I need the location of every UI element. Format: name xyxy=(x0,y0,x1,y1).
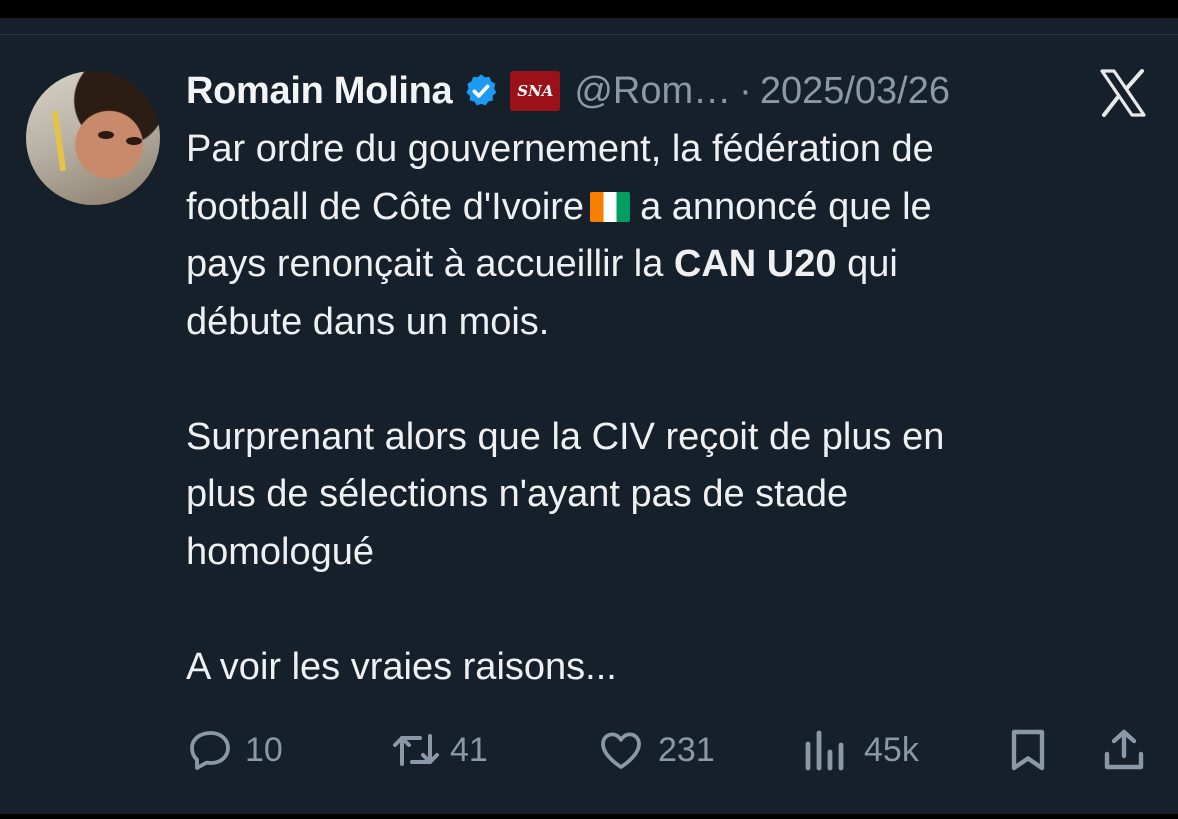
like-button[interactable]: 231 xyxy=(596,722,715,778)
ivory-coast-flag-icon xyxy=(590,191,631,222)
share-icon xyxy=(1100,726,1148,774)
avatar[interactable] xyxy=(26,71,160,205)
views-chart-icon xyxy=(802,726,846,774)
views-button[interactable]: 45k xyxy=(802,722,919,778)
views-count: 45k xyxy=(864,730,919,769)
tweet-line-text: Par ordre du gouvernement, la fédération… xyxy=(186,128,934,170)
tweet-line: plus de sélections n'ayant pas de stade xyxy=(186,466,1146,524)
avatar-detail xyxy=(98,131,114,139)
tweet-line-text: débute dans un mois. xyxy=(186,300,550,343)
tweet-line: Surprenant alors que la CIV reçoit de pl… xyxy=(186,409,1146,467)
retweet-icon xyxy=(388,726,444,774)
x-logo-icon[interactable] xyxy=(1097,68,1149,118)
bookmark-button[interactable] xyxy=(1006,722,1050,778)
reply-icon xyxy=(187,726,235,774)
tweet-line: débute dans un mois. xyxy=(186,294,1146,352)
top-bar xyxy=(0,0,1178,18)
verified-badge-icon xyxy=(462,72,500,110)
tweet-line: A voir les vraies raisons... xyxy=(186,639,1146,697)
tweet-line: football de Côte d'Ivoire a annoncé que l… xyxy=(186,179,1146,237)
share-button[interactable] xyxy=(1100,722,1148,778)
bottom-bar xyxy=(0,814,1178,819)
avatar-detail xyxy=(126,137,142,145)
reply-count: 10 xyxy=(245,730,283,769)
author-handle[interactable]: @Rom… xyxy=(574,70,731,113)
retweet-count: 41 xyxy=(450,730,488,769)
tweet-line-text: homologué xyxy=(186,530,375,573)
tweet-date[interactable]: 2025/03/26 xyxy=(760,70,950,113)
action-bar: 10 41 231 45k xyxy=(0,722,1178,778)
author-name[interactable]: Romain Molina xyxy=(186,70,453,113)
tweet-line-text: qui xyxy=(836,243,898,285)
tweet-line: pays renonçait à accueillir la CAN U20 q… xyxy=(186,236,1146,294)
bookmark-icon xyxy=(1006,726,1050,774)
tweet-header: Romain Molina SNA @Rom… · 2025/03/26 xyxy=(186,66,950,116)
separator: · xyxy=(739,69,752,112)
tweet-line: homologué xyxy=(186,524,1146,582)
tweet-line-text: pays renonçait à accueillir la xyxy=(186,243,674,285)
tweet-line-text: Surprenant alors que la CIV reçoit de pl… xyxy=(186,415,945,458)
tweet-line-text: A voir les vraies raisons... xyxy=(186,645,617,688)
tweet-line: Par ordre du gouvernement, la fédération… xyxy=(186,121,1146,179)
tweet-line-text: football de Côte d'Ivoire xyxy=(186,185,585,228)
tweet-bold-text: CAN U20 xyxy=(673,243,837,285)
avatar-detail xyxy=(51,110,67,172)
tweet-line-text: plus de sélections n'ayant pas de stade xyxy=(186,473,849,515)
retweet-button[interactable]: 41 xyxy=(388,722,488,778)
affiliate-badge-icon: SNA xyxy=(510,71,561,111)
heart-icon xyxy=(596,726,646,774)
reply-button[interactable]: 10 xyxy=(187,722,283,778)
tweet-text: Par ordre du gouvernement, la fédération… xyxy=(186,121,1146,696)
like-count: 231 xyxy=(658,730,715,769)
tweet-line-text: a annoncé que le xyxy=(640,185,932,228)
divider xyxy=(0,34,1178,35)
